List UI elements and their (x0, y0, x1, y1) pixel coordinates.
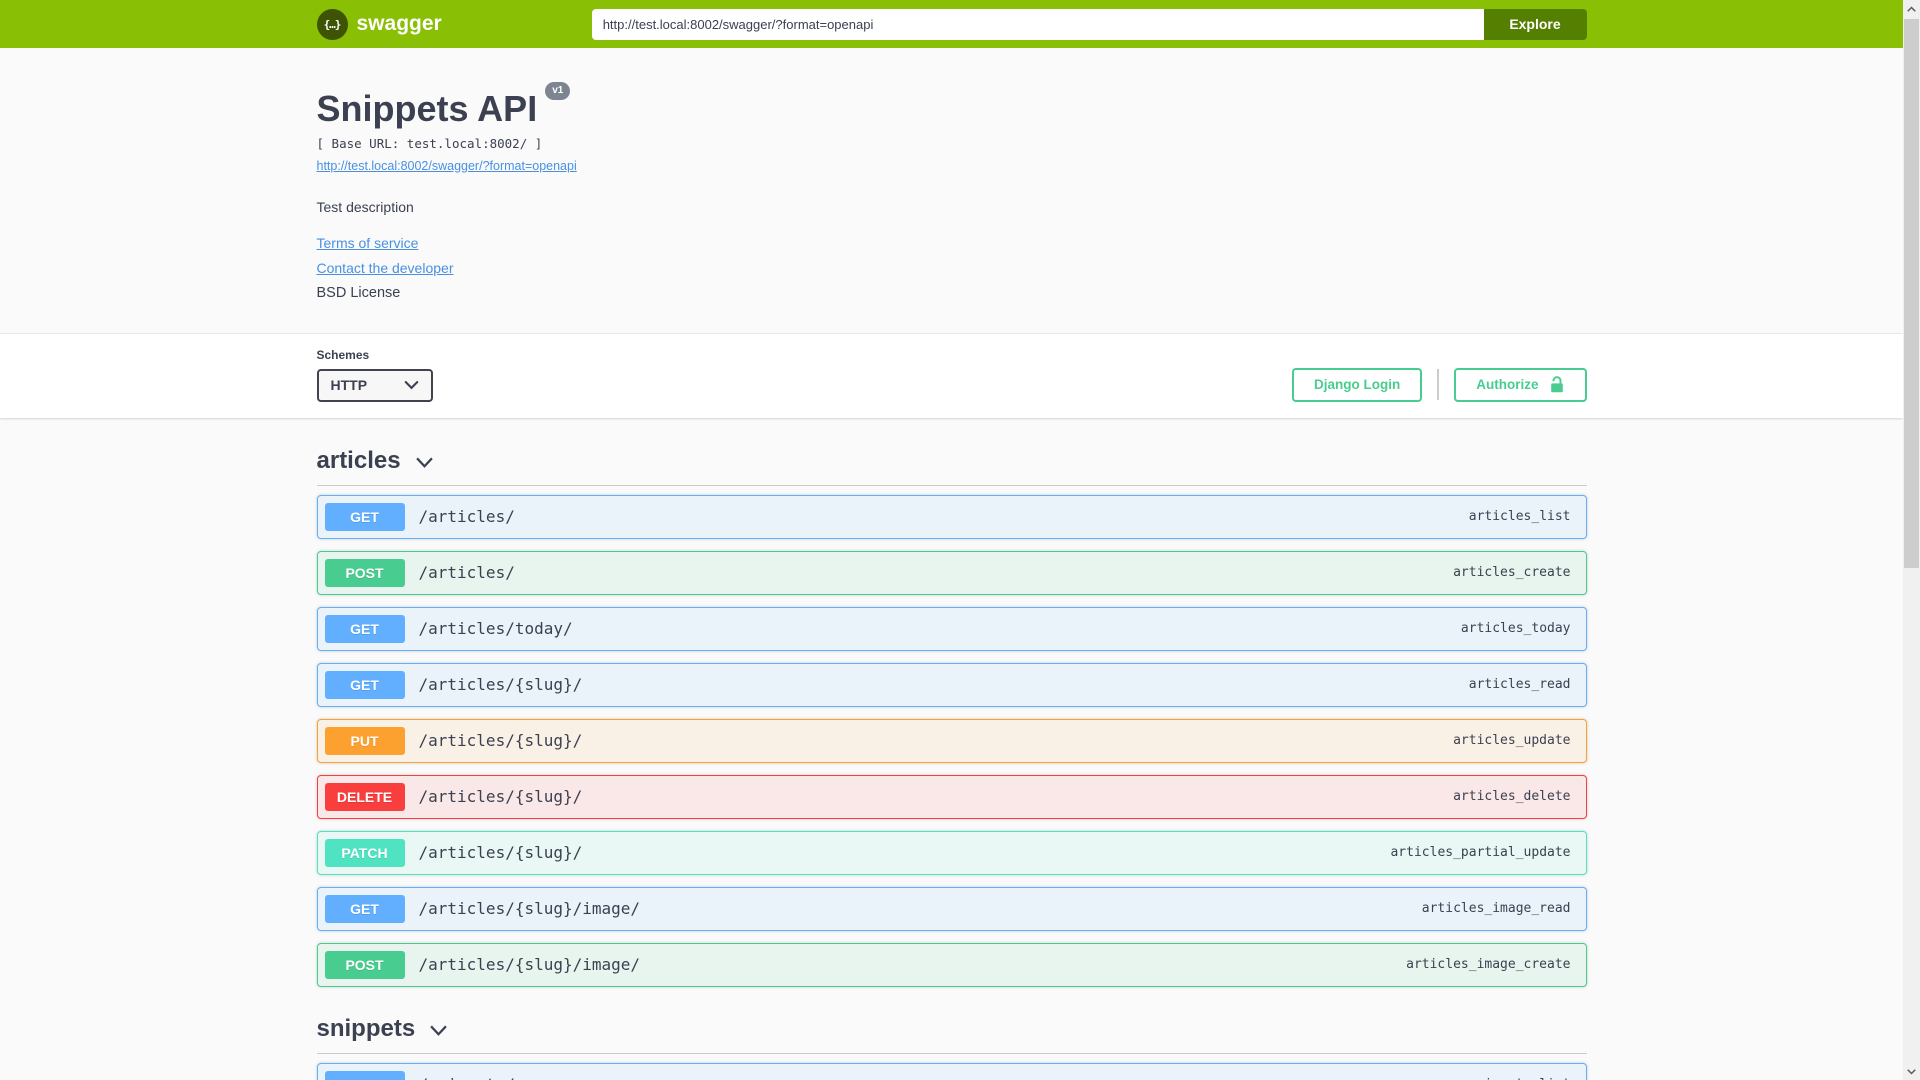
operation-id: articles_read (1468, 677, 1571, 693)
api-description: Test description (316, 198, 414, 215)
operation-id: articles_update (1453, 733, 1571, 749)
vertical-scrollbar[interactable] (1903, 0, 1920, 1080)
contact-developer-link[interactable]: Contact the developer (317, 260, 454, 276)
method-badge: GET (324, 614, 405, 643)
method-badge: GET (324, 670, 405, 699)
django-login-button[interactable]: Django Login (1292, 367, 1423, 402)
info-section: Snippets API v1 [ Base URL: test.local:80… (0, 48, 1903, 334)
api-tag-section: snippets GET /snippets/ snippets_list (316, 1014, 1587, 1080)
schemes-label: Schemes (316, 347, 370, 362)
operation-id: articles_list (1468, 509, 1571, 525)
method-badge: PUT (324, 726, 405, 755)
schemes-select[interactable]: HTTP (316, 368, 433, 402)
method-badge: GET (324, 894, 405, 923)
operation-row[interactable]: GET /snippets/ snippets_list (316, 1062, 1587, 1080)
chevron-down-icon (415, 457, 433, 469)
method-badge: GET (324, 502, 405, 531)
operation-id: articles_today (1460, 621, 1571, 637)
django-login-label: Django Login (1314, 377, 1401, 393)
authorize-label: Authorize (1476, 377, 1539, 393)
operation-path: /articles/ (418, 563, 515, 583)
operation-path: /snippets/ (419, 1075, 515, 1080)
operation-path: /articles/{slug}/ (418, 675, 583, 695)
license-text: BSD License (316, 284, 401, 301)
operation-id: articles_partial_update (1390, 845, 1571, 861)
operation-row[interactable]: PATCH /articles/{slug}/ articles_partial… (316, 830, 1587, 875)
tag-operations: GET /snippets/ snippets_list (316, 1062, 1587, 1080)
operation-row[interactable]: GET /articles/{slug}/ articles_read (316, 662, 1587, 707)
tag-header[interactable]: articles (316, 446, 1587, 486)
method-badge: POST (324, 558, 405, 587)
base-url-text: [ Base URL: test.local:8002/ ] (316, 135, 543, 151)
method-badge: DELETE (324, 782, 405, 811)
operation-path: /articles/{slug}/image/ (418, 899, 641, 919)
authorize-button[interactable]: Authorize (1454, 367, 1587, 402)
explore-button[interactable]: Explore (1483, 8, 1587, 40)
operation-row[interactable]: DELETE /articles/{slug}/ articles_delete (316, 774, 1587, 819)
schemes-selected-value: HTTP (330, 377, 368, 394)
swagger-logo-icon: {…} (316, 8, 348, 40)
scheme-section: Schemes HTTP Django Login Authorize (0, 333, 1903, 418)
operation-id: articles_delete (1453, 789, 1571, 805)
operation-id: articles_create (1453, 565, 1571, 581)
operation-path: /articles/{slug}/ (418, 731, 583, 751)
operation-path: /articles/ (418, 507, 515, 527)
api-title-text: Snippets API (316, 88, 538, 129)
auth-divider (1437, 369, 1440, 401)
method-badge: GET (324, 1070, 405, 1080)
tag-name: articles (316, 446, 401, 474)
operation-row[interactable]: GET /articles/today/ articles_today (316, 606, 1587, 651)
swagger-brand[interactable]: {…} swagger (316, 8, 442, 40)
method-badge: PATCH (324, 838, 405, 867)
operation-row[interactable]: GET /articles/{slug}/image/ articles_ima… (316, 886, 1587, 931)
spec-link[interactable]: http://test.local:8002/swagger/?format=o… (317, 159, 577, 173)
api-title: Snippets API v1 (316, 82, 1587, 129)
terms-of-service-link[interactable]: Terms of service (317, 235, 419, 251)
explore-form: Explore (591, 8, 1587, 40)
version-badge: v1 (545, 82, 571, 100)
operation-id: articles_image_read (1421, 901, 1571, 917)
operation-path: /articles/{slug}/ (418, 787, 583, 807)
scrollbar-thumb[interactable] (1904, 19, 1919, 568)
operation-id: articles_image_create (1406, 957, 1571, 973)
tag-header[interactable]: snippets (316, 1014, 1587, 1054)
scrollbar-up-icon[interactable] (1903, 0, 1920, 17)
brand-name: swagger (356, 12, 442, 35)
operation-row[interactable]: POST /articles/ articles_create (316, 550, 1587, 595)
operation-path: /articles/{slug}/ (418, 843, 583, 863)
swagger-ui-page: {…} swagger Explore Snippets API v1 [ Bas… (0, 0, 1903, 1080)
unlock-icon (1550, 376, 1563, 393)
operation-row[interactable]: GET /articles/ articles_list (316, 494, 1587, 539)
scrollbar-down-icon[interactable] (1903, 1063, 1920, 1080)
chevron-down-icon (430, 1025, 447, 1037)
chevron-down-icon (404, 381, 418, 390)
auth-wrapper: Django Login Authorize (1292, 367, 1587, 402)
operation-path: /articles/{slug}/image/ (418, 955, 641, 975)
spec-url-input[interactable] (591, 8, 1484, 40)
operation-path: /articles/today/ (418, 619, 573, 639)
operation-row[interactable]: PUT /articles/{slug}/ articles_update (316, 718, 1587, 763)
operations-list: articles GET /articles/ articles_list PO… (316, 418, 1587, 1080)
method-badge: POST (324, 950, 405, 979)
operation-row[interactable]: POST /articles/{slug}/image/ articles_im… (316, 942, 1587, 987)
api-tag-section: articles GET /articles/ articles_list PO… (316, 446, 1587, 987)
schemes-block: Schemes HTTP (316, 347, 433, 402)
topbar: {…} swagger Explore (0, 0, 1903, 48)
tag-name: snippets (316, 1014, 416, 1042)
tag-operations: GET /articles/ articles_list POST /artic… (316, 494, 1587, 987)
